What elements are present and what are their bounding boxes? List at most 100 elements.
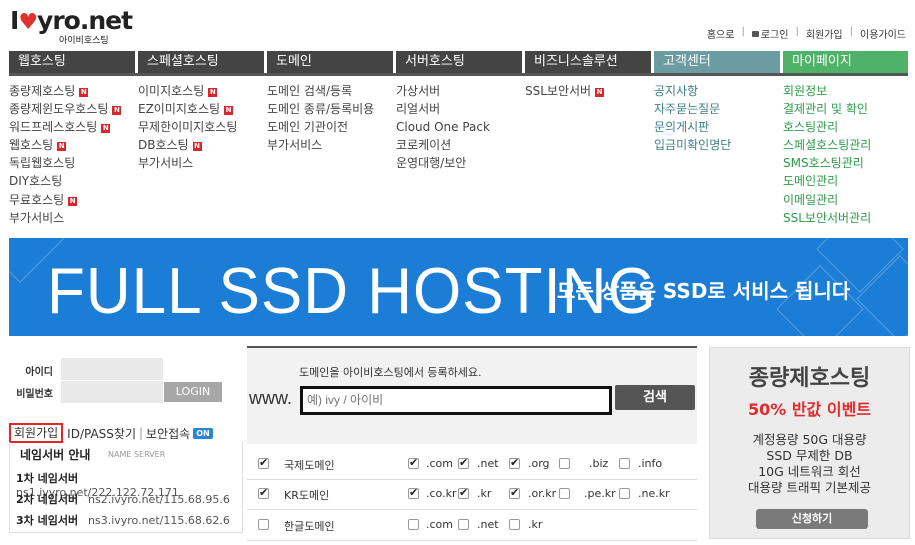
menu-item[interactable]: 공지사항 bbox=[654, 82, 731, 100]
guide-link[interactable]: 이용가이드 bbox=[860, 26, 906, 41]
login-button[interactable]: LOGIN bbox=[164, 382, 222, 402]
checkbox-korean[interactable] bbox=[258, 519, 269, 530]
checkbox-dot-kr[interactable] bbox=[458, 486, 469, 499]
menu-item[interactable]: EZ이미지호스팅 N bbox=[138, 100, 237, 118]
new-badge: N bbox=[68, 196, 78, 206]
password-input[interactable] bbox=[61, 381, 163, 403]
menu-item[interactable]: 코로케이션 bbox=[396, 136, 490, 154]
promo-banner[interactable]: FULL SSD HOSTING 모든 상품은 SSD로 서비스 됩니다 bbox=[9, 238, 908, 336]
idpass-link[interactable]: ID/PASS찾기 bbox=[67, 425, 136, 442]
nav-server-hosting[interactable]: 서버호스팅 bbox=[396, 51, 525, 73]
separator: | bbox=[139, 426, 144, 440]
nav-customer-center[interactable]: 고객센터 bbox=[654, 51, 783, 73]
menu-item[interactable]: DB호스팅 N bbox=[138, 136, 237, 154]
checkbox-info[interactable] bbox=[619, 458, 630, 469]
site-logo[interactable]: I♥yro.net bbox=[10, 6, 133, 35]
checkbox-com[interactable] bbox=[408, 456, 419, 469]
menu-item[interactable]: 독립웹호스팅 bbox=[9, 154, 121, 172]
menu-item[interactable]: 문의게시판 bbox=[654, 118, 731, 136]
menu-item[interactable]: 무제한이미지호스팅 bbox=[138, 118, 237, 136]
menu-business: SSL보안서버 N bbox=[525, 82, 605, 100]
domain-search-button[interactable]: 검색 bbox=[615, 385, 695, 410]
menu-domain: 도메인 검색/등록 도메인 종류/등록비용 도메인 기관이전 부가서비스 bbox=[267, 82, 374, 154]
menu-item[interactable]: 스페셜호스팅관리 bbox=[783, 136, 871, 154]
menu-item[interactable]: 가상서버 bbox=[396, 82, 490, 100]
new-badge: N bbox=[595, 88, 605, 97]
menu-item[interactable]: 리얼서버 bbox=[396, 100, 490, 118]
checkbox-net[interactable] bbox=[458, 456, 469, 469]
menu-item[interactable]: 종량제윈도우호스팅 N bbox=[9, 100, 122, 118]
nameserver-box: 네임서버 안내 NAME SERVER 1차 네임서버ns1.ivyro.net… bbox=[9, 442, 243, 533]
menu-item[interactable]: SSL보안서버관리 bbox=[783, 209, 871, 227]
menu-item[interactable]: 호스팅관리 bbox=[783, 118, 871, 136]
separator: | bbox=[741, 26, 745, 37]
new-badge: N bbox=[224, 106, 234, 116]
menu-item[interactable]: SMS호스팅관리 bbox=[783, 154, 871, 172]
login-link[interactable]: 로그인 bbox=[751, 26, 788, 41]
tld-label: .biz bbox=[589, 457, 609, 470]
menu-item[interactable]: 결제관리 및 확인 bbox=[783, 100, 871, 118]
main-nav: 웹호스팅 스페셜호스팅 도메인 서버호스팅 비즈니스솔루션 고객센터 마이페이지 bbox=[9, 51, 908, 73]
ad-apply-button[interactable]: 신청하기 bbox=[756, 509, 868, 529]
checkbox-kr[interactable] bbox=[258, 486, 269, 499]
menu-item[interactable]: 워드프레스호스팅 N bbox=[9, 118, 121, 136]
checkbox-korean-kr[interactable] bbox=[509, 519, 520, 530]
checkbox-or-kr[interactable] bbox=[509, 486, 520, 499]
nav-business-solution[interactable]: 비즈니스솔루션 bbox=[525, 51, 654, 73]
domain-search-input[interactable] bbox=[300, 386, 612, 415]
secure-on-badge[interactable]: ON bbox=[193, 427, 213, 439]
new-badge: N bbox=[101, 124, 111, 134]
menu-item[interactable]: 입금미확인명단 bbox=[654, 136, 731, 154]
menu-item-label: 종량제윈도우호스팅 bbox=[9, 102, 109, 117]
menu-item[interactable]: 도메인 검색/등록 bbox=[267, 82, 374, 100]
secure-login-link[interactable]: 보안접속 bbox=[146, 425, 190, 442]
checkbox-org[interactable] bbox=[509, 456, 520, 469]
checkbox-co-kr[interactable] bbox=[408, 486, 419, 499]
checkbox-ne-kr[interactable] bbox=[619, 488, 630, 499]
tld-label: .com bbox=[426, 457, 453, 470]
menu-item[interactable]: 이미지호스팅 N bbox=[138, 82, 237, 100]
menu-item[interactable]: 부가서비스 bbox=[138, 154, 237, 172]
menu-item[interactable]: 회원정보 bbox=[783, 82, 871, 100]
ad-feature: SSD 무제한 DB bbox=[766, 448, 853, 463]
banner-subtitle: 모든 상품은 SSD로 서비스 됩니다 bbox=[557, 279, 851, 303]
nav-special-hosting[interactable]: 스페셜호스팅 bbox=[138, 51, 267, 73]
menu-item[interactable]: Cloud One Pack bbox=[396, 118, 490, 136]
nav-divider bbox=[9, 73, 908, 76]
menu-support: 공지사항 자주묻는질문 문의게시판 입금미확인명단 bbox=[654, 82, 731, 154]
menu-item[interactable]: 종량제호스팅 N bbox=[9, 82, 121, 100]
menu-item[interactable]: DIY호스팅 bbox=[9, 172, 121, 190]
nav-domain[interactable]: 도메인 bbox=[267, 51, 396, 73]
nameserver-label: 2차 네임서버 bbox=[16, 493, 79, 506]
menu-item[interactable]: 도메인관리 bbox=[783, 172, 871, 190]
register-link[interactable]: 회원가입 bbox=[9, 423, 64, 443]
menu-item[interactable]: 도메인 종류/등록비용 bbox=[267, 100, 374, 118]
separator: | bbox=[795, 26, 799, 37]
www-prefix: www. bbox=[249, 388, 293, 408]
menu-item[interactable]: 부가서비스 bbox=[9, 209, 121, 227]
new-badge: N bbox=[112, 106, 122, 116]
menu-item[interactable]: 무료호스팅 N bbox=[9, 191, 121, 209]
id-input[interactable] bbox=[61, 358, 163, 380]
nav-mypage[interactable]: 마이페이지 bbox=[783, 51, 908, 73]
new-badge: N bbox=[79, 88, 89, 97]
menu-item[interactable]: 운영대행/보안 bbox=[396, 154, 490, 172]
hosting-ad[interactable]: 종량제호스팅 50% 반값 이벤트 계정용량 50G 대용량 SSD 무제한 D… bbox=[709, 347, 910, 539]
menu-item[interactable]: SSL보안서버 N bbox=[525, 82, 605, 100]
menu-item[interactable]: 자주묻는질문 bbox=[654, 100, 731, 118]
tld-label: .co.kr bbox=[426, 487, 457, 500]
menu-item-label: 무료호스팅 bbox=[9, 192, 65, 207]
home-link[interactable]: 홈으로 bbox=[707, 26, 735, 41]
menu-item[interactable]: 부가서비스 bbox=[267, 136, 374, 154]
checkbox-korean-com[interactable] bbox=[408, 519, 419, 530]
menu-item[interactable]: 이메일관리 bbox=[783, 191, 871, 209]
menu-item[interactable]: 도메인 기관이전 bbox=[267, 118, 374, 136]
nav-webhosting[interactable]: 웹호스팅 bbox=[9, 51, 138, 73]
checkbox-pe-kr[interactable] bbox=[559, 488, 570, 499]
checkbox-international[interactable] bbox=[258, 456, 269, 469]
checkbox-biz[interactable] bbox=[559, 458, 570, 469]
menu-item[interactable]: 웹호스팅 N bbox=[9, 136, 121, 154]
ad-feature: 계정용량 50G 대용량 bbox=[752, 432, 867, 447]
join-link[interactable]: 회원가입 bbox=[806, 26, 843, 41]
checkbox-korean-net[interactable] bbox=[458, 519, 469, 530]
